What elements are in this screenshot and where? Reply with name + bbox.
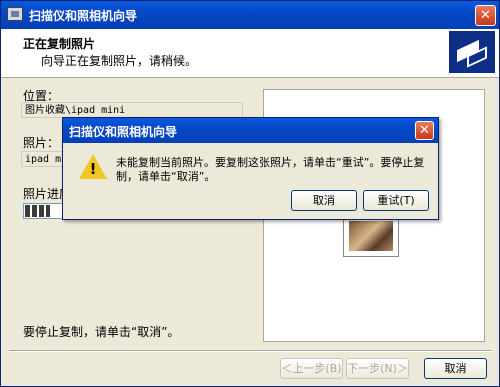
header-title: 正在复制照片: [23, 37, 96, 51]
dialog-cancel-button[interactable]: 取消: [291, 190, 357, 211]
back-button[interactable]: ＜上一步(B): [280, 358, 343, 379]
dialog-title: 扫描仪和照相机向导: [69, 125, 178, 139]
cancel-button[interactable]: 取消: [424, 358, 487, 379]
error-dialog: 扫描仪和照相机向导 ✕ ! 未能复制当前照片。要复制这张照片，请单击“重试”。要…: [62, 117, 439, 220]
stop-copy-hint: 要停止复制，请单击“取消”。: [23, 325, 180, 339]
title-bar[interactable]: 扫描仪和照相机向导 ✕: [1, 1, 499, 29]
next-button[interactable]: 下一步(N)＞: [346, 358, 409, 379]
dialog-message: 未能复制当前照片。要复制这张照片，请单击“重试”。要停止复制，请单击“取消”。: [116, 156, 425, 183]
window-title: 扫描仪和照相机向导: [29, 9, 138, 23]
footer-separator: [9, 350, 491, 352]
photo-thumbnail: [343, 215, 399, 257]
dialog-retry-button[interactable]: 重试(T): [363, 190, 429, 211]
scanner-camera-icon: [449, 31, 495, 73]
photo-field: ipad mi: [21, 151, 65, 167]
dialog-title-bar[interactable]: 扫描仪和照相机向导 ✕: [63, 118, 438, 143]
photo-progress-bar: [23, 203, 63, 219]
thumbnail-image: [349, 221, 393, 251]
close-icon: ✕: [419, 123, 430, 138]
location-field: 图片收藏\ipad mini: [21, 102, 243, 118]
header-subtitle: 向导正在复制照片，请稍候。: [41, 54, 198, 68]
wizard-header: 正在复制照片 向导正在复制照片，请稍候。: [1, 29, 499, 78]
progress-fill: [25, 205, 50, 217]
close-icon: ✕: [480, 8, 491, 23]
close-button[interactable]: ✕: [475, 5, 496, 26]
photo-label: 照片：: [23, 136, 60, 150]
app-icon: [7, 7, 23, 21]
exclamation-icon: !: [89, 160, 97, 178]
dialog-close-button[interactable]: ✕: [415, 121, 434, 140]
